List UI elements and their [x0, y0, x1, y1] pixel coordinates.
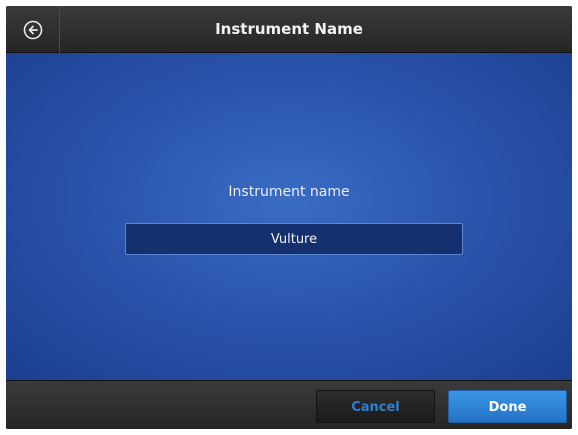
back-arrow-circle-icon — [23, 20, 43, 40]
instrument-name-screen: Instrument Name Instrument name Cancel D… — [6, 6, 572, 429]
done-button[interactable]: Done — [448, 390, 567, 423]
back-button[interactable] — [6, 6, 60, 53]
instrument-name-input[interactable] — [125, 223, 463, 255]
instrument-name-label: Instrument name — [228, 184, 350, 200]
content-area: Instrument name — [6, 53, 572, 380]
page-title: Instrument Name — [215, 20, 363, 38]
footer-bar: Cancel Done — [6, 380, 572, 429]
cancel-button[interactable]: Cancel — [316, 390, 435, 423]
header-bar: Instrument Name — [6, 6, 572, 53]
